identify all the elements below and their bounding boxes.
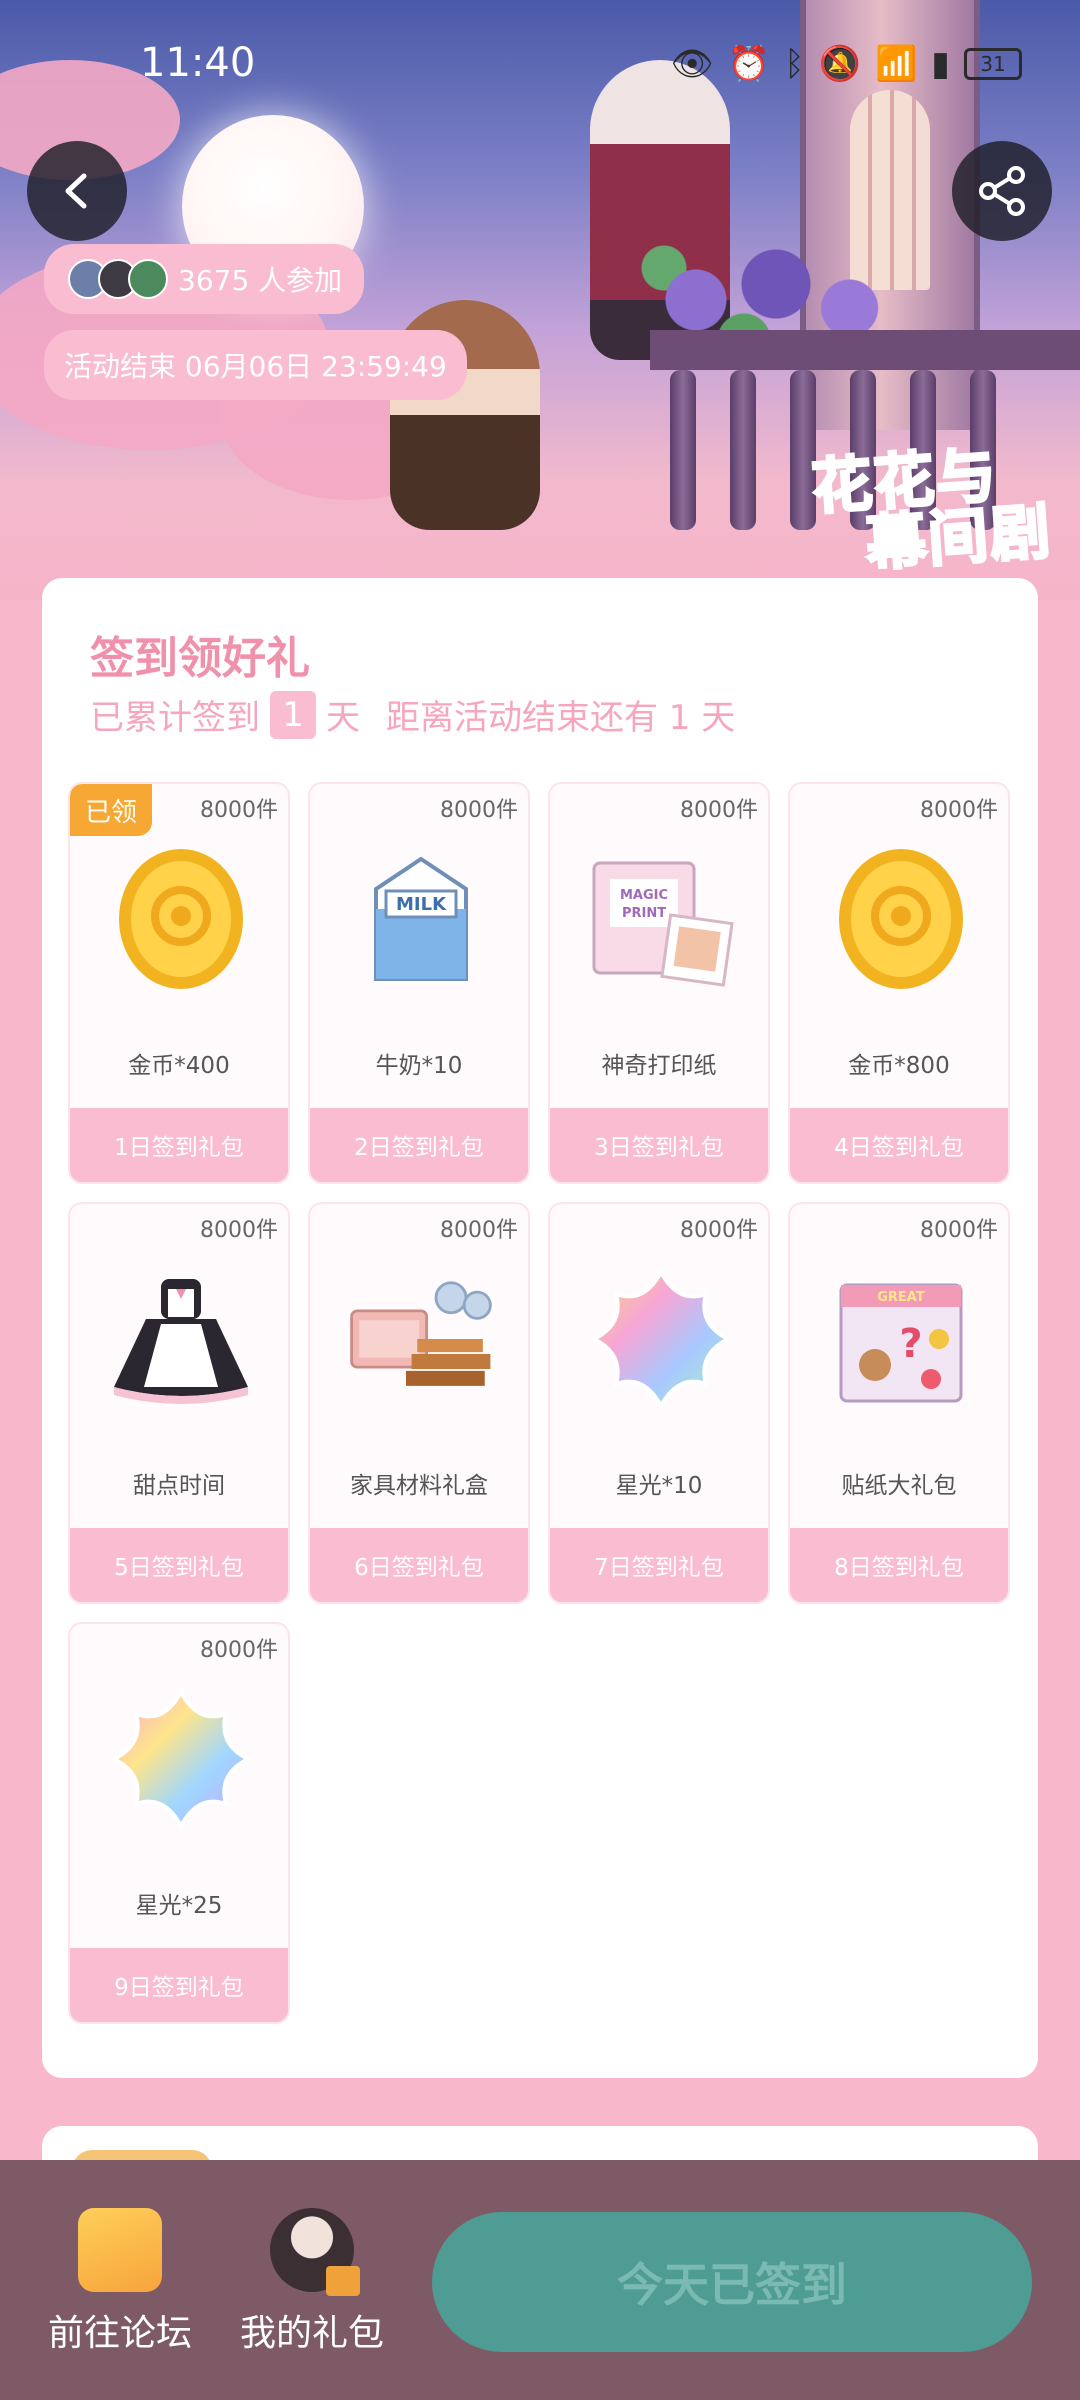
gift-item-name: 甜点时间 bbox=[133, 1473, 225, 1499]
svg-text:?: ? bbox=[899, 1321, 922, 1367]
alarm-icon: ⏰ bbox=[727, 44, 771, 84]
svg-text:MILK: MILK bbox=[396, 894, 447, 915]
status-time: 11:40 bbox=[140, 40, 256, 86]
svg-text:PRINT: PRINT bbox=[622, 906, 666, 921]
battery-level: 31 bbox=[980, 52, 1006, 76]
balcony bbox=[650, 330, 1080, 370]
sticker-pack-icon: GREAT? bbox=[826, 1264, 976, 1414]
gift-card-day-5[interactable]: 8000件 甜点时间 5日签到礼包 bbox=[68, 1202, 290, 1604]
gift-item-name: 家具材料礼盒 bbox=[350, 1473, 488, 1499]
signin-progress: 已累计签到 1 天 距离活动结束还有 1 天 bbox=[90, 690, 735, 739]
gift-item-name: 金币*800 bbox=[848, 1053, 950, 1079]
event-logo-line2: 幕间剧 bbox=[862, 495, 1055, 581]
gift-item-name: 神奇打印纸 bbox=[601, 1053, 717, 1079]
bottom-action-bar: 前往论坛 我的礼包 今天已签到 bbox=[0, 2160, 1080, 2400]
forum-label: 前往论坛 bbox=[47, 2313, 192, 2354]
forum-nav-button[interactable]: 前往论坛 bbox=[20, 2208, 220, 2356]
magic-print-paper-icon: MAGIC PRINT bbox=[586, 844, 736, 994]
gift-item-name: 金币*400 bbox=[128, 1053, 230, 1079]
mute-icon: 🔕 bbox=[818, 44, 861, 84]
gift-item-name: 星光*25 bbox=[135, 1893, 223, 1919]
gift-quantity: 8000件 bbox=[920, 1218, 998, 1243]
gift-card-day-1[interactable]: 已领 8000件 金币*400 1日签到礼包 bbox=[68, 782, 290, 1184]
my-gifts-nav-button[interactable]: 我的礼包 bbox=[212, 2208, 412, 2356]
furniture-materials-icon bbox=[346, 1264, 496, 1414]
gift-item-name: 星光*10 bbox=[615, 1473, 703, 1499]
gift-item-name: 贴纸大礼包 bbox=[841, 1473, 957, 1499]
maid-dress-icon bbox=[106, 1264, 256, 1414]
gift-quantity: 8000件 bbox=[680, 798, 758, 823]
participants-count: 3675 人参加 bbox=[178, 264, 343, 297]
gift-pack-label: 4日签到礼包 bbox=[790, 1108, 1008, 1182]
gift-quantity: 8000件 bbox=[200, 1218, 278, 1243]
gift-pack-label: 7日签到礼包 bbox=[550, 1528, 768, 1602]
signal-icon: ▮ bbox=[931, 44, 950, 84]
gift-card-day-2[interactable]: 8000件 MILK 牛奶*10 2日签到礼包 bbox=[308, 782, 530, 1184]
claimed-badge: 已领 bbox=[70, 784, 152, 836]
gift-avatar-icon bbox=[270, 2208, 360, 2296]
my-gifts-label: 我的礼包 bbox=[239, 2313, 384, 2354]
gift-box-icon bbox=[326, 2266, 360, 2296]
progress-prefix: 已累计签到 bbox=[90, 698, 260, 738]
gift-item-name: 牛奶*10 bbox=[375, 1053, 463, 1079]
progress-suffix: 天 bbox=[326, 698, 360, 738]
gift-pack-label: 2日签到礼包 bbox=[310, 1108, 528, 1182]
share-button[interactable] bbox=[952, 141, 1052, 241]
gift-pack-label: 9日签到礼包 bbox=[70, 1948, 288, 2022]
status-icons: 👁 ⏰ ᛒ 🔕 📶 ▮ 31 bbox=[671, 44, 1022, 84]
starlight-icon bbox=[106, 1684, 256, 1834]
avatar bbox=[128, 259, 168, 299]
signin-card: 签到领好礼 已累计签到 1 天 距离活动结束还有 1 天 已领 8000件 金币… bbox=[42, 578, 1038, 2078]
gift-quantity: 8000件 bbox=[440, 798, 518, 823]
event-logo: 花花与 幕间剧 bbox=[808, 439, 1055, 581]
gift-quantity: 8000件 bbox=[200, 1638, 278, 1663]
signed-days-count: 1 bbox=[270, 690, 316, 739]
gift-quantity: 8000件 bbox=[920, 798, 998, 823]
status-bar: 11:40 👁 ⏰ ᛒ 🔕 📶 ▮ 31 bbox=[0, 40, 1080, 90]
wifi-icon: 📶 bbox=[874, 44, 918, 84]
signin-title: 签到领好礼 bbox=[90, 633, 310, 684]
participant-avatars bbox=[68, 259, 168, 299]
balcony-rail bbox=[670, 370, 696, 530]
forum-app-icon bbox=[78, 2208, 162, 2292]
gold-coin-icon bbox=[826, 844, 976, 994]
milk-carton-icon: MILK bbox=[346, 844, 496, 994]
gold-coin-icon bbox=[106, 844, 256, 994]
svg-text:GREAT: GREAT bbox=[877, 1290, 925, 1305]
days-remaining: 距离活动结束还有 1 天 bbox=[386, 698, 736, 738]
gift-card-day-8[interactable]: 8000件 GREAT? 贴纸大礼包 8日签到礼包 bbox=[788, 1202, 1010, 1604]
gift-card-day-7[interactable]: 8000件 星光*10 7日签到礼包 bbox=[548, 1202, 770, 1604]
event-end-time: 活动结束 06月06日 23:59:49 bbox=[64, 350, 447, 383]
chevron-left-icon bbox=[65, 173, 87, 209]
gift-card-day-3[interactable]: 8000件 MAGIC PRINT 神奇打印纸 3日签到礼包 bbox=[548, 782, 770, 1184]
eye-icon: 👁 bbox=[670, 44, 714, 84]
balcony-rail bbox=[730, 370, 756, 530]
gift-quantity: 8000件 bbox=[200, 798, 278, 823]
share-icon bbox=[979, 166, 1025, 216]
gift-quantity: 8000件 bbox=[680, 1218, 758, 1243]
gift-card-day-9[interactable]: 8000件 星光*25 9日签到礼包 bbox=[68, 1622, 290, 2024]
gift-grid: 已领 8000件 金币*400 1日签到礼包 8000件 MILK 牛奶*10 … bbox=[68, 782, 1018, 2024]
end-time-pill: 活动结束 06月06日 23:59:49 bbox=[44, 330, 467, 400]
back-button[interactable] bbox=[27, 141, 127, 241]
bluetooth-icon: ᛒ bbox=[784, 44, 805, 84]
gift-pack-label: 6日签到礼包 bbox=[310, 1528, 528, 1602]
battery-icon: 31 bbox=[964, 48, 1022, 80]
gift-quantity: 8000件 bbox=[440, 1218, 518, 1243]
gift-card-day-4[interactable]: 8000件 金币*800 4日签到礼包 bbox=[788, 782, 1010, 1184]
gift-pack-label: 8日签到礼包 bbox=[790, 1528, 1008, 1602]
balcony-rail bbox=[790, 370, 816, 530]
svg-text:MAGIC: MAGIC bbox=[620, 888, 668, 903]
gift-pack-label: 1日签到礼包 bbox=[70, 1108, 288, 1182]
signed-today-button[interactable]: 今天已签到 bbox=[432, 2212, 1032, 2352]
participants-pill: 3675 人参加 bbox=[44, 244, 365, 314]
gift-card-day-6[interactable]: 8000件 家具材料礼盒 6日签到礼包 bbox=[308, 1202, 530, 1604]
gift-pack-label: 3日签到礼包 bbox=[550, 1108, 768, 1182]
gift-pack-label: 5日签到礼包 bbox=[70, 1528, 288, 1602]
starlight-icon bbox=[586, 1264, 736, 1414]
